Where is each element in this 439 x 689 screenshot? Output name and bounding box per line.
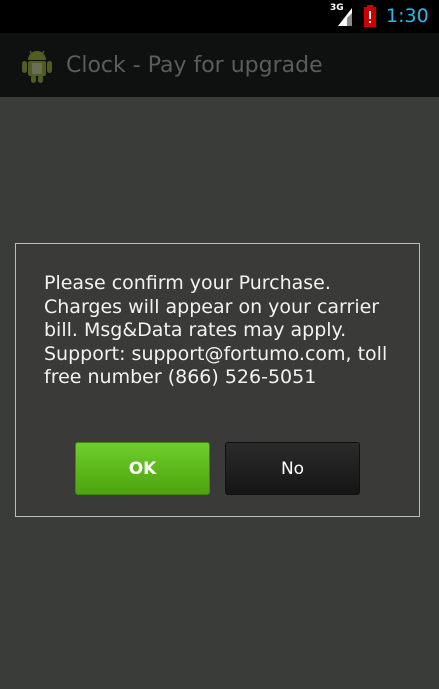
battery-alert-icon — [364, 5, 376, 27]
status-bar: 3G 1:30 — [0, 0, 439, 33]
purchase-confirm-dialog: Please confirm your Purchase. Charges wi… — [15, 243, 420, 517]
signal-icon: 3G — [330, 3, 358, 28]
ok-button[interactable]: OK — [75, 442, 210, 495]
action-bar-title: Clock - Pay for upgrade — [66, 53, 323, 78]
dialog-message: Please confirm your Purchase. Charges wi… — [44, 272, 388, 388]
status-time: 1:30 — [386, 5, 429, 27]
action-bar: Clock - Pay for upgrade — [0, 33, 439, 97]
android-icon — [20, 47, 54, 85]
no-button[interactable]: No — [225, 442, 360, 495]
